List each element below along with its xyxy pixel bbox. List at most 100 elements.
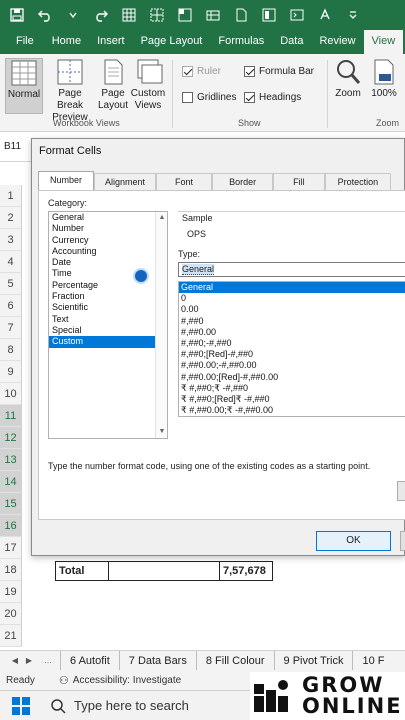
total-value-cell[interactable]: 7,57,678 bbox=[220, 562, 272, 580]
ruler-checkbox[interactable]: Ruler bbox=[182, 66, 221, 77]
tab-insert[interactable]: Insert bbox=[89, 30, 133, 54]
format-code-item[interactable]: #,##0 bbox=[179, 316, 405, 327]
row-header[interactable]: 14 bbox=[0, 471, 22, 493]
category-item[interactable]: Number bbox=[49, 223, 167, 234]
page-break-preview-button[interactable]: Page Break Preview bbox=[45, 58, 95, 124]
category-list[interactable]: General Number Currency Accounting Date Time P… bbox=[48, 211, 168, 439]
freeze-panes-icon[interactable] bbox=[174, 4, 196, 26]
row-header[interactable]: 5 bbox=[0, 273, 22, 295]
sheet-tab-6-autofit[interactable]: 6 Autofit bbox=[60, 650, 119, 671]
row-header[interactable]: 10 bbox=[0, 383, 22, 405]
format-code-item[interactable]: ₹ #,##0.00;₹ -#,##0.00 bbox=[179, 405, 405, 416]
sheet-tab-7-data-bars[interactable]: 7 Data Bars bbox=[118, 650, 196, 671]
formula-bar-check-box[interactable] bbox=[244, 66, 255, 77]
scroll-up-icon[interactable]: ▲ bbox=[156, 213, 168, 223]
tab-file[interactable]: File bbox=[0, 30, 44, 54]
undo-icon[interactable] bbox=[34, 4, 56, 26]
category-item[interactable]: General bbox=[49, 212, 167, 223]
more-sheets-icon[interactable]: … bbox=[36, 656, 60, 665]
format-code-item[interactable]: 0 bbox=[179, 293, 405, 304]
row-header[interactable]: 3 bbox=[0, 229, 22, 251]
category-item[interactable]: Custom bbox=[49, 336, 167, 348]
row-header[interactable]: 21 bbox=[0, 625, 22, 647]
cells-icon[interactable] bbox=[202, 4, 224, 26]
row-header[interactable]: 20 bbox=[0, 603, 22, 625]
tab-border[interactable]: Border bbox=[212, 173, 274, 191]
row-header[interactable]: 4 bbox=[0, 251, 22, 273]
save-icon[interactable] bbox=[6, 4, 28, 26]
chevron-down-icon[interactable] bbox=[62, 4, 84, 26]
normal-view-button[interactable]: Normal bbox=[5, 58, 43, 114]
border-grid-icon[interactable] bbox=[146, 4, 168, 26]
row-header[interactable]: 7 bbox=[0, 317, 22, 339]
format-code-list[interactable]: General 0 0.00 #,##0 #,##0.00 #,##0;-#,##0 #,#… bbox=[178, 281, 405, 417]
tab-protection[interactable]: Protection bbox=[324, 173, 392, 191]
format-code-item[interactable]: #,##0;-#,##0 bbox=[179, 338, 405, 349]
row-header[interactable]: 16 bbox=[0, 515, 22, 537]
windows-start-icon[interactable] bbox=[12, 696, 30, 715]
layout-icon[interactable] bbox=[258, 4, 280, 26]
category-item[interactable]: Accounting bbox=[49, 246, 167, 257]
category-item[interactable]: Date bbox=[49, 257, 167, 268]
sheet-tab-8-fill-colour[interactable]: 8 Fill Colour bbox=[195, 650, 274, 671]
cancel-button[interactable] bbox=[400, 531, 405, 551]
scroll-left-icon[interactable]: ◀ bbox=[8, 656, 22, 665]
tab-view[interactable]: View bbox=[363, 30, 404, 54]
row-header[interactable]: 8 bbox=[0, 339, 22, 361]
accessibility-status[interactable]: Accessibility: Investigate bbox=[73, 675, 181, 686]
gridlines-check-box[interactable] bbox=[182, 92, 193, 103]
row-header[interactable]: 19 bbox=[0, 581, 22, 603]
row-header[interactable]: 12 bbox=[0, 427, 22, 449]
category-item[interactable]: Percentage bbox=[49, 280, 167, 291]
format-code-item[interactable]: ₹ #,##0;₹ -#,##0 bbox=[179, 383, 405, 394]
category-item[interactable]: Text bbox=[49, 314, 167, 325]
redo-icon[interactable] bbox=[90, 4, 112, 26]
scroll-right-icon[interactable]: ▶ bbox=[22, 656, 36, 665]
tab-number[interactable]: Number bbox=[38, 171, 95, 191]
format-code-item[interactable]: #,##0;[Red]-#,##0 bbox=[179, 349, 405, 360]
type-input[interactable]: General bbox=[178, 262, 405, 277]
row-header[interactable]: 17 bbox=[0, 537, 22, 559]
row-header[interactable]: 18 bbox=[0, 559, 22, 581]
macro-icon[interactable] bbox=[286, 4, 308, 26]
format-code-item[interactable]: #,##0.00;-#,##0.00 bbox=[179, 360, 405, 371]
row-header[interactable]: 9 bbox=[0, 361, 22, 383]
format-code-item[interactable]: 0.00 bbox=[179, 304, 405, 315]
sheet-tab-10[interactable]: 10 F bbox=[352, 650, 393, 671]
row-header[interactable]: 6 bbox=[0, 295, 22, 317]
empty-cell[interactable] bbox=[109, 562, 220, 580]
font-color-icon[interactable] bbox=[314, 4, 336, 26]
tab-fill[interactable]: Fill bbox=[273, 173, 325, 191]
format-code-item[interactable]: #,##0.00 bbox=[179, 327, 405, 338]
tab-data[interactable]: Data bbox=[272, 30, 311, 54]
taskbar-search[interactable]: Type here to search bbox=[40, 691, 189, 720]
tab-page-layout[interactable]: Page Layout bbox=[133, 30, 211, 54]
formula-bar-checkbox[interactable]: Formula Bar bbox=[244, 66, 314, 77]
row-header[interactable]: 15 bbox=[0, 493, 22, 515]
tab-formulas[interactable]: Formulas bbox=[210, 30, 272, 54]
scroll-down-icon[interactable]: ▼ bbox=[156, 427, 168, 437]
document-icon[interactable] bbox=[230, 4, 252, 26]
tab-alignment[interactable]: Alignment bbox=[94, 173, 157, 191]
row-header[interactable]: 13 bbox=[0, 449, 22, 471]
table-grid-icon[interactable] bbox=[118, 4, 140, 26]
row-header[interactable]: 11 bbox=[0, 405, 22, 427]
format-code-item[interactable]: General bbox=[179, 282, 405, 294]
tab-font[interactable]: Font bbox=[156, 173, 213, 191]
row-header[interactable]: 1 bbox=[0, 185, 22, 207]
page-layout-button[interactable]: Page Layout bbox=[97, 58, 129, 112]
tab-home[interactable]: Home bbox=[44, 30, 89, 54]
ok-button[interactable]: OK bbox=[316, 531, 391, 551]
category-item[interactable]: Time bbox=[49, 268, 167, 279]
format-code-item[interactable]: ₹ #,##0;[Red]₹ -#,##0 bbox=[179, 394, 405, 405]
customize-qat-icon[interactable] bbox=[342, 4, 364, 26]
headings-check-box[interactable] bbox=[244, 92, 255, 103]
category-item[interactable]: Scientific bbox=[49, 302, 167, 313]
name-box[interactable]: B11 bbox=[4, 138, 30, 156]
tab-review[interactable]: Review bbox=[311, 30, 363, 54]
total-label-cell[interactable]: Total bbox=[56, 562, 109, 580]
zoom-button[interactable]: Zoom bbox=[332, 58, 364, 100]
sheet-tab-9-pivot-trick[interactable]: 9 Pivot Trick bbox=[273, 650, 353, 671]
category-item[interactable]: Fraction bbox=[49, 291, 167, 302]
category-item[interactable]: Currency bbox=[49, 235, 167, 246]
